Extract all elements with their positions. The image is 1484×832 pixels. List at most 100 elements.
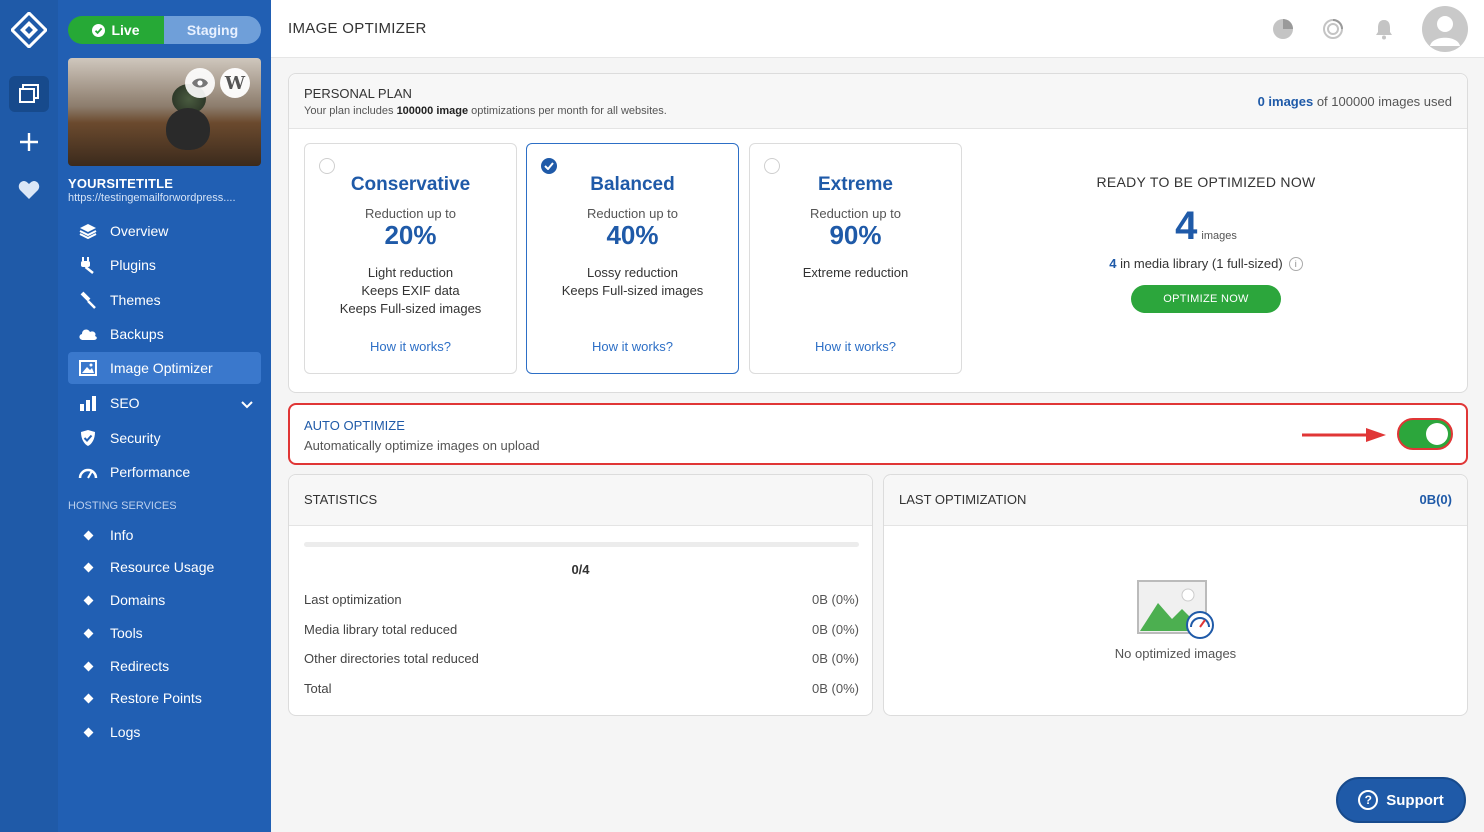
media-library-info: 4 in media library (1 full-sized) i [1076, 256, 1336, 271]
card-features: Lossy reduction Keeps Full-sized images [561, 265, 704, 298]
nav-overview[interactable]: Overview [68, 215, 261, 247]
diamond-bullet-icon [76, 590, 100, 610]
diamond-bullet-icon [76, 722, 100, 742]
pie-chart-icon[interactable] [1270, 16, 1296, 42]
nav-label: Restore Points [110, 690, 202, 706]
last-optimization-value: 0B(0) [1419, 492, 1452, 507]
optimize-now-button[interactable]: OPTIMIZE NOW [1131, 285, 1281, 313]
auto-optimize-description: Automatically optimize images on upload [304, 438, 540, 453]
cloud-icon [76, 324, 100, 344]
nav-restore-points[interactable]: Restore Points [68, 682, 261, 714]
sidebar: Live Staging W YOURSITETITLE https://tes… [58, 0, 271, 832]
nav-label: Domains [110, 592, 166, 608]
how-it-works-link[interactable]: How it works? [527, 339, 738, 354]
nav-seo[interactable]: SEO [68, 387, 261, 419]
nav-label: Overview [110, 223, 169, 239]
statistics-title: STATISTICS [304, 492, 378, 507]
nav-label: Image Optimizer [110, 360, 213, 376]
nav-label: Tools [110, 625, 143, 641]
plan-card-conservative[interactable]: Conservative Reduction up to 20% Light r… [304, 143, 517, 374]
bar-chart-icon [76, 393, 100, 413]
staging-env-button[interactable]: Staging [164, 16, 261, 44]
nav-performance[interactable]: Performance [68, 456, 261, 488]
diamond-bullet-icon [76, 688, 100, 708]
nav-domains[interactable]: Domains [68, 584, 261, 616]
nav-image-optimizer[interactable]: Image Optimizer [68, 352, 261, 384]
radio-unchecked-icon[interactable] [764, 158, 780, 174]
how-it-works-link[interactable]: How it works? [750, 339, 961, 354]
top-bar: IMAGE OPTIMIZER [271, 0, 1484, 58]
nav-logs[interactable]: Logs [68, 716, 261, 748]
live-env-button[interactable]: Live [68, 16, 164, 44]
radio-unchecked-icon[interactable] [319, 158, 335, 174]
site-thumbnail[interactable]: W [68, 58, 261, 166]
plan-panel: PERSONAL PLAN Your plan includes 100000 … [288, 73, 1468, 393]
stat-row: Media library total reduced 0B (0%) [304, 622, 859, 637]
spinner-icon[interactable] [1320, 16, 1346, 42]
nav-tools[interactable]: Tools [68, 617, 261, 649]
nav-label: Info [110, 527, 134, 543]
how-it-works-link[interactable]: How it works? [305, 339, 516, 354]
last-optimization-panel: LAST OPTIMIZATION 0B(0) No optimized ima… [883, 474, 1468, 716]
add-site-icon[interactable] [9, 124, 49, 160]
last-optimization-title: LAST OPTIMIZATION [899, 492, 1027, 507]
nav-label: Security [110, 430, 161, 446]
nav-label: Themes [110, 292, 161, 308]
last-optimization-header: LAST OPTIMIZATION 0B(0) [884, 475, 1467, 526]
nav-label: SEO [110, 395, 140, 411]
plan-description: Your plan includes 100000 image optimiza… [304, 105, 667, 117]
plan-card-balanced[interactable]: Balanced Reduction up to 40% Lossy reduc… [526, 143, 739, 374]
app-logo-icon[interactable] [9, 10, 49, 50]
plan-card-extreme[interactable]: Extreme Reduction up to 90% Extreme redu… [749, 143, 962, 374]
no-optimized-images-text: No optimized images [1114, 646, 1237, 661]
user-avatar[interactable] [1422, 6, 1468, 52]
site-url[interactable]: https://testingemailforwordpress.... [68, 192, 261, 204]
wordpress-admin-icon[interactable]: W [220, 68, 250, 98]
ready-to-optimize: READY TO BE OPTIMIZED NOW 4 images 4 in … [1076, 174, 1336, 313]
plan-header: PERSONAL PLAN Your plan includes 100000 … [289, 74, 1467, 129]
card-reduction-label: Reduction up to [364, 206, 457, 221]
plan-usage: 0 images of 100000 images used [1257, 94, 1452, 109]
favorites-heart-icon[interactable] [9, 172, 49, 208]
thumbnail-pot [166, 108, 210, 150]
nav-label: Redirects [110, 658, 170, 674]
nav-redirects[interactable]: Redirects [68, 650, 261, 682]
brush-icon [76, 290, 100, 310]
stat-row: Last optimization 0B (0%) [304, 592, 859, 607]
auto-optimize-toggle[interactable] [1397, 418, 1453, 450]
nav-info[interactable]: Info [68, 519, 261, 551]
card-name: Balanced [590, 174, 675, 195]
nav-themes[interactable]: Themes [68, 284, 261, 316]
toggle-knob [1426, 423, 1448, 445]
site-title: YOURSITETITLE [68, 176, 174, 191]
chevron-down-icon[interactable] [241, 396, 253, 412]
plan-title: PERSONAL PLAN [304, 86, 412, 101]
nav-backups[interactable]: Backups [68, 318, 261, 350]
icon-rail [0, 0, 58, 832]
card-features: Extreme reduction [802, 265, 909, 280]
card-percentage: 90% [829, 220, 882, 250]
support-button[interactable]: ? Support [1336, 777, 1466, 823]
nav-resource-usage[interactable]: Resource Usage [68, 551, 261, 583]
preview-eye-icon[interactable] [185, 68, 215, 98]
nav-plugins[interactable]: Plugins [68, 249, 261, 281]
card-percentage: 20% [384, 220, 437, 250]
help-question-icon: ? [1358, 790, 1379, 810]
nav-label: Performance [110, 464, 191, 480]
card-features: Light reduction Keeps EXIF data Keeps Full… [339, 265, 482, 316]
nav-label: Backups [110, 326, 164, 342]
info-icon[interactable]: i [1288, 256, 1303, 271]
bell-icon[interactable] [1371, 16, 1397, 42]
diamond-bullet-icon [76, 557, 100, 577]
card-percentage: 40% [606, 220, 659, 250]
red-arrow-icon [1302, 428, 1386, 442]
card-name: Conservative [350, 174, 471, 195]
page-title: IMAGE OPTIMIZER [288, 20, 427, 37]
sites-icon[interactable] [9, 76, 49, 112]
live-label: Live [111, 22, 140, 38]
optimized-image-placeholder-icon [1137, 580, 1214, 639]
nav-security[interactable]: Security [68, 422, 261, 454]
auto-optimize-title: AUTO OPTIMIZE [304, 418, 405, 433]
card-reduction-label: Reduction up to [586, 206, 679, 221]
radio-checked-icon[interactable] [541, 158, 557, 174]
